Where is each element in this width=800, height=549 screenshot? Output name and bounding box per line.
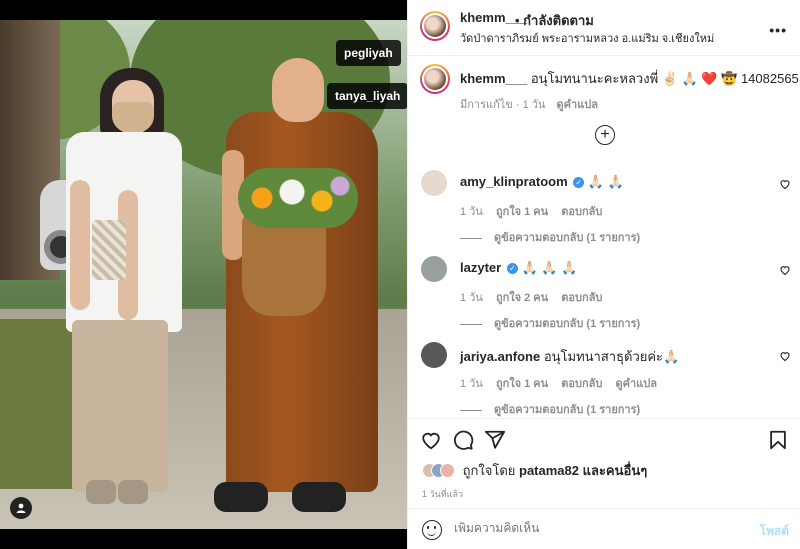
photo-flowers <box>238 168 358 228</box>
heart-icon[interactable] <box>779 264 791 276</box>
view-replies-button[interactable]: ดูข้อความตอบกลับ (1 รายการ) <box>460 314 640 332</box>
likes-text: ถูกใจโดย patama82 และคนอื่นๆ <box>463 463 648 478</box>
likes-prefix: ถูกใจโดย <box>462 463 519 478</box>
view-replies-label: ดูข้อความตอบกลับ (1 รายการ) <box>494 318 641 330</box>
likes-summary[interactable]: ถูกใจโดย patama82 และคนอื่นๆ <box>422 460 647 481</box>
author-avatar[interactable] <box>420 11 450 41</box>
likes-others[interactable]: และคนอื่นๆ <box>579 463 648 478</box>
more-options-icon[interactable]: ••• <box>769 22 787 38</box>
replies-divider <box>460 409 482 411</box>
view-replies-button[interactable]: ดูข้อความตอบกลับ (1 รายการ) <box>460 228 640 246</box>
view-replies-button[interactable]: ดูข้อความตอบกลับ (1 รายการ) <box>460 400 640 418</box>
comment-item: amy_klinpratoom ✓ 🙏🏻 🙏🏻 1 วัน ถูกใจ 1 คน… <box>408 170 800 250</box>
photo-person-pants <box>72 320 168 492</box>
comment-username[interactable]: lazyter <box>460 260 501 275</box>
comment-username[interactable]: amy_klinpratoom <box>460 174 568 189</box>
verified-badge-icon: ✓ <box>506 263 518 274</box>
post-media[interactable]: pegliyah tanya_liyah <box>0 0 407 549</box>
comment-text: jariya.anfone อนุโมทนาสาธุด้วยค่ะ🙏🏻 <box>460 346 679 367</box>
post-details-panel: khemm___ • กำลังติดตาม วัดป่าดาราภิรมย์ … <box>407 0 800 549</box>
caption-text: khemm___ อนุโมทนานะคะหลวงพี่ ✌🏻 🙏🏻 ❤️ 🤠 … <box>460 68 799 89</box>
comment-time: 1 วัน <box>460 378 483 390</box>
caption-body: อนุโมทนานะคะหลวงพี่ ✌🏻 🙏🏻 ❤️ 🤠 14082565 <box>530 71 799 86</box>
view-replies-label: ดูข้อความตอบกลับ (1 รายการ) <box>494 404 641 416</box>
heart-icon[interactable] <box>779 350 791 362</box>
photo-monk-head <box>272 58 324 122</box>
comment-text: lazyter ✓ 🙏🏻 🙏🏻 🙏🏻 <box>460 260 577 276</box>
heart-icon[interactable] <box>779 178 791 190</box>
emoji-icon[interactable] <box>422 520 442 540</box>
liker-avatar <box>440 463 455 478</box>
comment-translate[interactable]: ดูคำแปล <box>615 378 657 390</box>
following-status[interactable]: • กำลังติดตาม <box>515 10 594 31</box>
photo-person-arm <box>70 180 90 310</box>
photo-user-tag[interactable]: tanya_liyah <box>327 83 407 109</box>
post-photo[interactable]: pegliyah tanya_liyah <box>0 20 407 529</box>
add-comment-bar: โพสต์ <box>408 508 800 549</box>
comment-meta: 1 วัน ถูกใจ 1 คน ตอบกลับ <box>460 202 612 220</box>
caption-username[interactable]: khemm___ <box>460 71 527 86</box>
photo-person-bag <box>92 220 126 280</box>
post-actions <box>408 418 800 458</box>
post-time: 1 วันที่แล้ว <box>422 489 464 499</box>
replies-divider <box>460 323 482 325</box>
comment-icon[interactable] <box>452 429 474 451</box>
comment-reply-button[interactable]: ตอบกลับ <box>561 378 602 390</box>
comment-reply-button[interactable]: ตอบกลับ <box>561 292 602 304</box>
caption-translate[interactable]: ดูคำแปล <box>557 99 599 111</box>
post-location[interactable]: วัดป่าดาราภิรมย์ พระอารามหลวง อ.แม่ริม จ… <box>460 29 714 47</box>
post-header: khemm___ • กำลังติดตาม วัดป่าดาราภิรมย์ … <box>408 0 800 56</box>
photo-monk-foot <box>214 482 268 512</box>
comment-item: lazyter ✓ 🙏🏻 🙏🏻 🙏🏻 1 วัน ถูกใจ 2 คน ตอบก… <box>408 256 800 336</box>
caption-edited: มีการแก้ไข · 1 วัน <box>460 99 546 111</box>
comment-meta: 1 วัน ถูกใจ 1 คน ตอบกลับ ดูคำแปล <box>460 374 667 392</box>
comment-item: jariya.anfone อนุโมทนาสาธุด้วยค่ะ🙏🏻 1 วั… <box>408 342 800 422</box>
comment-input[interactable] <box>454 521 734 535</box>
photo-person-shoe <box>86 480 116 504</box>
comment-likes[interactable]: ถูกใจ 1 คน <box>496 206 548 218</box>
comment-likes[interactable]: ถูกใจ 2 คน <box>496 292 548 304</box>
photo-flower-pot <box>242 216 326 316</box>
comment-meta: 1 วัน ถูกใจ 2 คน ตอบกลับ <box>460 288 612 306</box>
photo-monk-foot <box>292 482 346 512</box>
comment-text: amy_klinpratoom ✓ 🙏🏻 🙏🏻 <box>460 174 624 190</box>
bookmark-icon[interactable] <box>767 429 789 451</box>
verified-badge-icon: ✓ <box>573 177 585 188</box>
comment-avatar[interactable] <box>421 170 447 196</box>
comment-time: 1 วัน <box>460 206 483 218</box>
photo-person-mask <box>112 102 154 132</box>
replies-divider <box>460 237 482 239</box>
likes-user[interactable]: patama82 <box>519 463 579 478</box>
heart-icon[interactable] <box>420 429 442 451</box>
comment-username[interactable]: jariya.anfone <box>460 349 540 364</box>
add-icon[interactable]: + <box>595 125 615 145</box>
share-icon[interactable] <box>484 429 506 451</box>
comment-likes[interactable]: ถูกใจ 1 คน <box>496 378 548 390</box>
comment-reply-button[interactable]: ตอบกลับ <box>561 206 602 218</box>
comment-body: 🙏🏻 🙏🏻 <box>587 174 624 189</box>
comment-avatar[interactable] <box>421 342 447 368</box>
photo-user-tag[interactable]: pegliyah <box>336 40 401 66</box>
comment-avatar[interactable] <box>421 256 447 282</box>
comment-time: 1 วัน <box>460 292 483 304</box>
comment-body: อนุโมทนาสาธุด้วยค่ะ🙏🏻 <box>543 349 680 364</box>
post-comment-button[interactable]: โพสต์ <box>760 522 789 541</box>
view-replies-label: ดูข้อความตอบกลับ (1 รายการ) <box>494 232 641 244</box>
comment-body: 🙏🏻 🙏🏻 🙏🏻 <box>521 260 578 275</box>
author-avatar[interactable] <box>420 64 450 94</box>
user-tag-icon[interactable] <box>10 497 32 519</box>
caption-meta: มีการแก้ไข · 1 วัน ดูคำแปล <box>460 95 598 113</box>
photo-person-shoe <box>118 480 148 504</box>
